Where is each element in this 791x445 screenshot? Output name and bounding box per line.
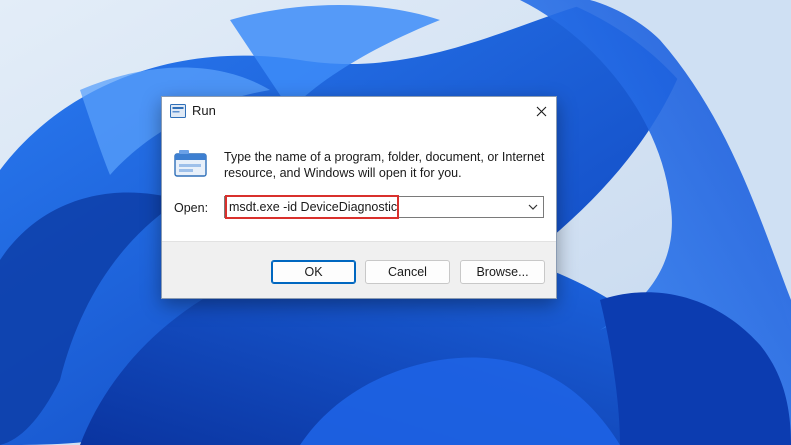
open-label: Open: bbox=[174, 201, 209, 215]
window-title: Run bbox=[192, 103, 216, 118]
desktop: Run Type the name of a program, folder, … bbox=[0, 0, 791, 445]
open-combobox[interactable] bbox=[224, 196, 544, 218]
dropdown-button[interactable] bbox=[525, 199, 541, 215]
browse-button[interactable]: Browse... bbox=[460, 260, 545, 284]
dialog-footer: OK Cancel Browse... bbox=[162, 241, 556, 298]
run-program-icon bbox=[174, 150, 207, 177]
cancel-button[interactable]: Cancel bbox=[365, 260, 450, 284]
run-dialog: Run Type the name of a program, folder, … bbox=[161, 96, 557, 299]
run-icon bbox=[170, 104, 186, 118]
close-button[interactable] bbox=[526, 97, 556, 125]
title-bar[interactable]: Run bbox=[162, 97, 556, 125]
chevron-down-icon bbox=[528, 204, 538, 210]
open-input[interactable] bbox=[225, 197, 521, 217]
ok-button[interactable]: OK bbox=[271, 260, 356, 284]
close-icon bbox=[536, 106, 546, 116]
dialog-body: Type the name of a program, folder, docu… bbox=[162, 125, 556, 241]
dialog-description: Type the name of a program, folder, docu… bbox=[224, 150, 545, 180]
